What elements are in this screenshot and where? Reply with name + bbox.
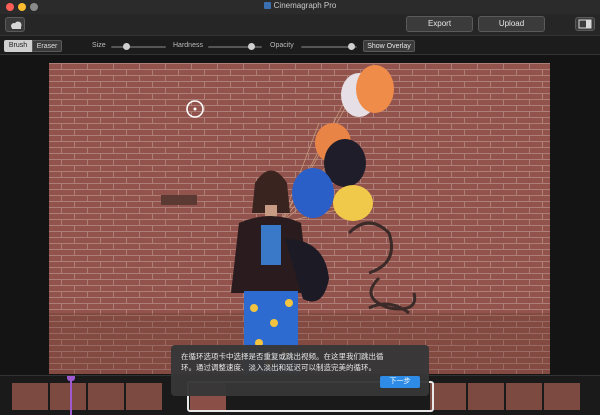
main-toolbar: Export Upload [0,14,600,35]
size-label: Size [92,42,106,49]
filmstrip-frame [506,383,542,410]
show-overlay-label: Show Overlay [367,43,411,50]
hardness-slider[interactable] [208,43,262,50]
brush-label: Brush [8,42,28,49]
size-slider-knob[interactable] [123,43,130,50]
window-title-text: Cinemagraph Pro [273,1,337,10]
video-frame-image [49,63,550,374]
export-button[interactable]: Export [406,16,473,32]
show-overlay-button[interactable]: Show Overlay [363,40,415,52]
app-icon [263,2,271,10]
hardness-slider-knob[interactable] [247,43,255,50]
opacity-label: Opacity [270,42,294,49]
filmstrip-frame [468,383,504,410]
upload-button[interactable]: Upload [478,16,545,32]
filmstrip-frame [544,383,580,410]
cloud-icon [11,21,22,29]
brush-options-bar: Brush Eraser Size Hardness Opacity Show … [0,35,600,55]
sidebar-toggle-button[interactable] [575,17,595,31]
playhead[interactable] [70,376,72,415]
next-step-button[interactable]: 下一步 [380,376,420,388]
eraser-label: Eraser [36,43,58,50]
sidebar-icon [578,19,592,29]
video-frame[interactable] [49,63,550,374]
eraser-tab[interactable]: Eraser [32,40,62,52]
filmstrip-frame [50,383,86,410]
onboarding-tooltip: 在循环选项卡中选择是否重复或跳出视频。在这里我们跳出循环。通过调整速度、淡入淡出… [171,345,429,396]
title-bar: Cinemagraph Pro [0,0,600,15]
export-label: Export [427,19,452,28]
upload-label: Upload [498,19,525,28]
library-button[interactable] [5,17,25,32]
filmstrip-frame [88,383,124,410]
filmstrip-frame [430,383,466,410]
hardness-label: Hardness [173,42,203,49]
brush-tab[interactable]: Brush [4,40,32,52]
next-step-label: 下一步 [389,378,411,385]
canvas-area [0,55,600,375]
window-title: Cinemagraph Pro [0,1,600,10]
filmstrip-frame [126,383,162,410]
size-slider[interactable] [111,43,166,50]
playhead-handle[interactable] [67,376,75,381]
opacity-slider-knob[interactable] [347,43,355,50]
filmstrip-frame [12,383,48,410]
tooltip-text: 在循环选项卡中选择是否重复或跳出视频。在这里我们跳出循环。通过调整速度、淡入淡出… [181,352,384,372]
opacity-slider[interactable] [301,43,357,50]
